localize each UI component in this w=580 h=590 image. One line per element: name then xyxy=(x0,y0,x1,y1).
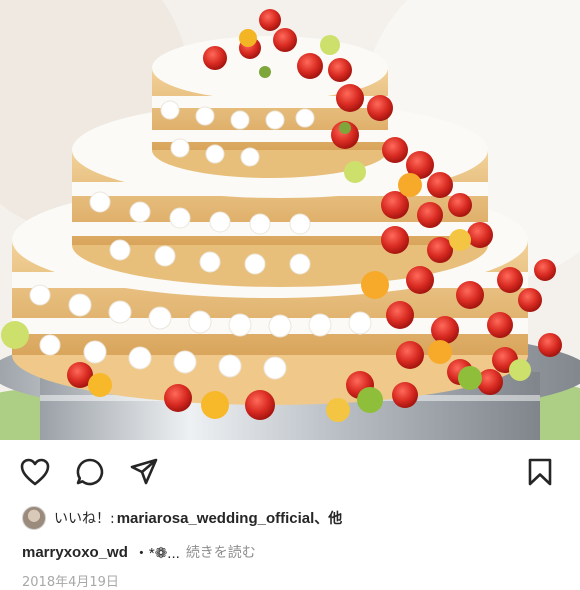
wedding-cake-image xyxy=(0,0,580,440)
caption-text: ・*❁... xyxy=(133,544,180,562)
liker-avatar[interactable] xyxy=(22,506,46,530)
bookmark-icon[interactable] xyxy=(523,455,557,489)
likes-others-link[interactable]: 、他 xyxy=(314,508,342,528)
post-actions-bar xyxy=(0,455,580,489)
read-more-link[interactable]: 続きを読む xyxy=(186,542,256,562)
comment-bubble-icon[interactable] xyxy=(73,455,107,489)
caption-username-link[interactable]: marryxoxo_wd xyxy=(22,544,128,561)
liker-username-link[interactable]: mariarosa_wedding_official xyxy=(117,510,315,527)
post-photo[interactable] xyxy=(0,0,580,440)
likes-line: いいね！: mariarosa_wedding_official 、他 xyxy=(22,506,342,530)
heart-icon[interactable] xyxy=(18,455,52,489)
paper-plane-icon[interactable] xyxy=(127,455,161,489)
post-date: 2018年4月19日 xyxy=(22,575,119,590)
post-caption: marryxoxo_wd ・*❁... 続きを読む xyxy=(22,541,256,563)
likes-prefix: いいね！: xyxy=(54,511,115,527)
